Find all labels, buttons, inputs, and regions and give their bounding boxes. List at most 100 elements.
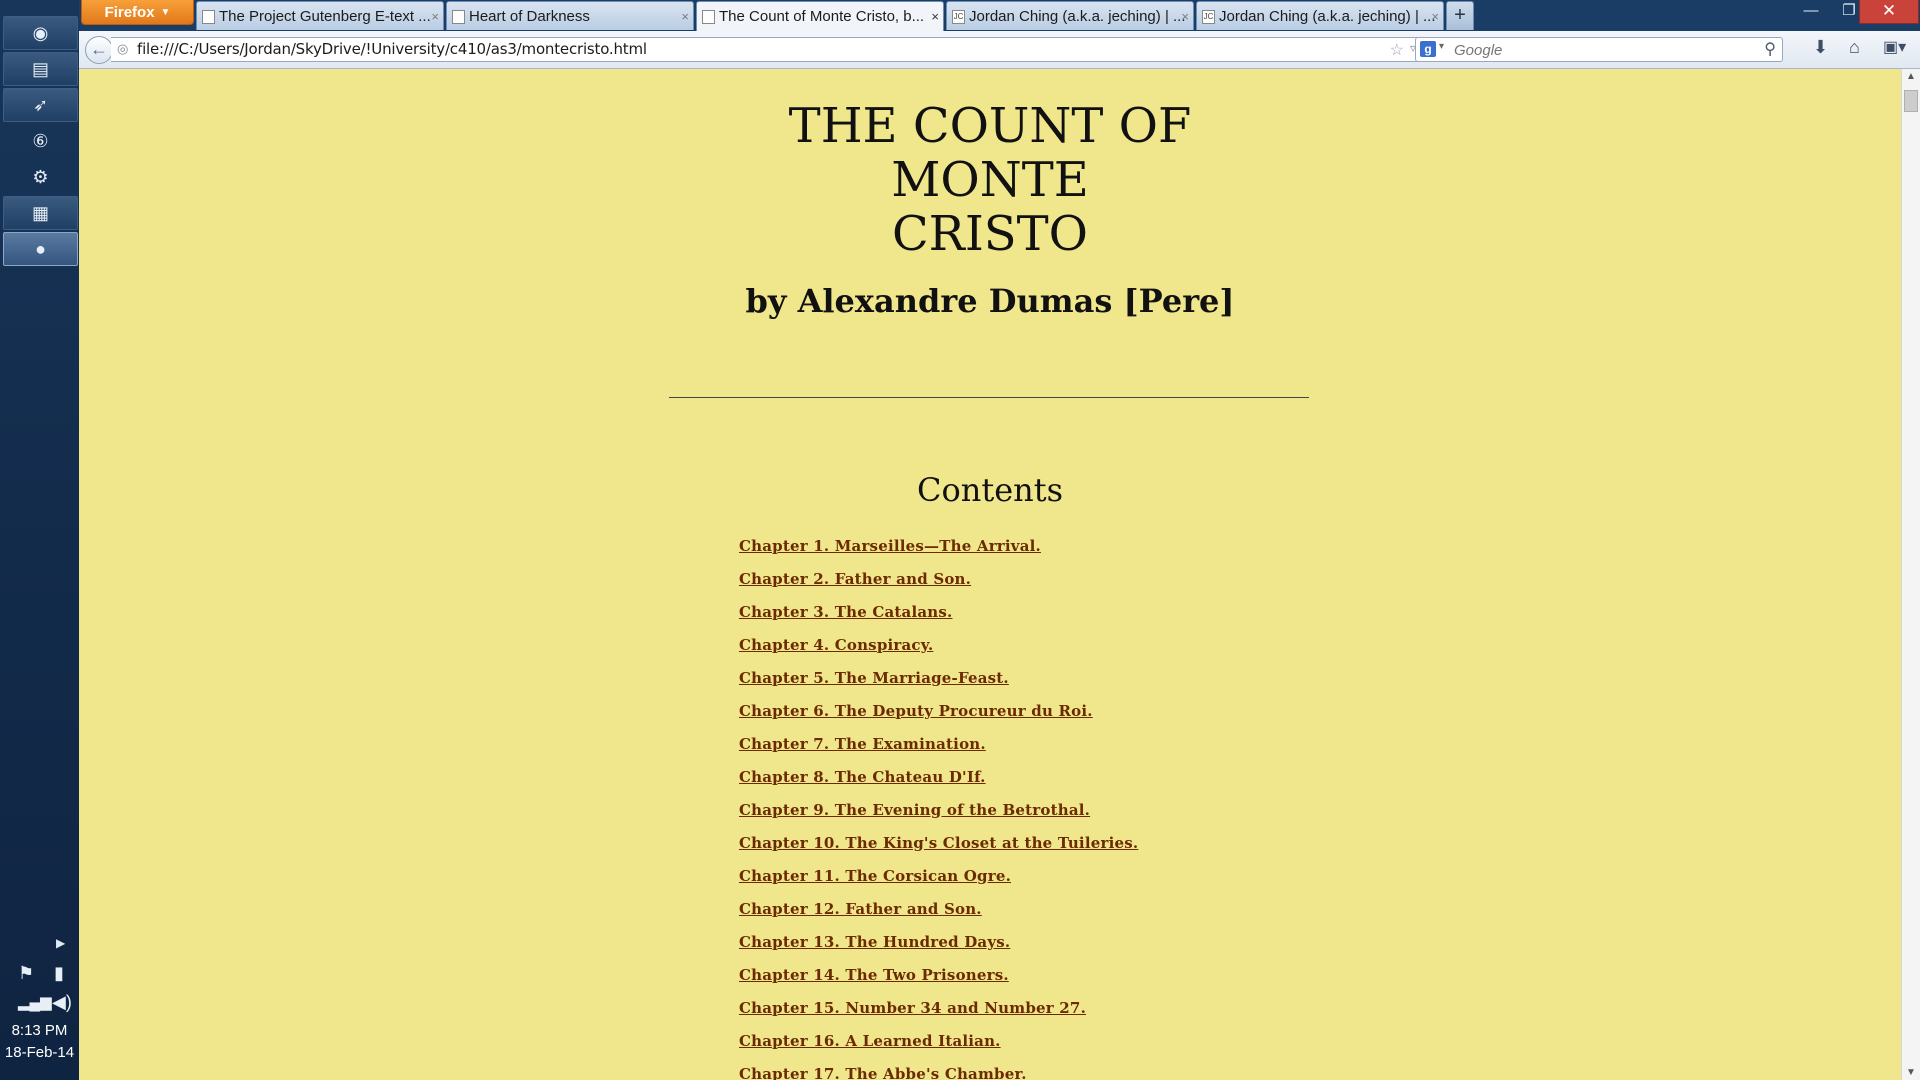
- list-item: Chapter 17. The Abbe's Chamber.: [739, 1065, 1138, 1080]
- list-item: Chapter 1. Marseilles—The Arrival.: [739, 537, 1138, 570]
- scroll-up-arrow-icon[interactable]: ▲: [1906, 71, 1916, 82]
- downloads-icon[interactable]: ⬇: [1813, 37, 1828, 58]
- tab-gutenberg[interactable]: The Project Gutenberg E-text ... ×: [196, 1, 444, 30]
- jc-favicon-icon: JC: [1202, 10, 1215, 24]
- list-item: Chapter 8. The Chateau D'If.: [739, 768, 1138, 801]
- file-explorer-icon[interactable]: ▤: [3, 52, 78, 86]
- tab-jordan-ching-1[interactable]: JC Jordan Ching (a.k.a. jeching) | ... ×: [946, 1, 1194, 30]
- firefox-menu-button[interactable]: Firefox ▼: [81, 0, 194, 25]
- chapter-link[interactable]: Chapter 1. Marseilles—The Arrival.: [739, 537, 1041, 555]
- chapter-link[interactable]: Chapter 10. The King's Closet at the Tui…: [739, 834, 1138, 852]
- clock-time[interactable]: 8:13 PM: [0, 1022, 79, 1039]
- tab-label: The Project Gutenberg E-text ...: [219, 8, 431, 25]
- list-item: Chapter 10. The King's Closet at the Tui…: [739, 834, 1138, 867]
- list-item: Chapter 16. A Learned Italian.: [739, 1032, 1138, 1065]
- list-item: Chapter 13. The Hundred Days.: [739, 933, 1138, 966]
- search-bar[interactable]: g ▾ ⚲: [1415, 37, 1783, 62]
- chapter-link[interactable]: Chapter 11. The Corsican Ogre.: [739, 867, 1011, 885]
- search-input[interactable]: [1452, 39, 1756, 62]
- chrome-icon[interactable]: ◉: [3, 16, 78, 50]
- navigation-toolbar: ← ◎ file:///C:/Users/Jordan/SkyDrive/!Un…: [79, 31, 1920, 69]
- chapter-link[interactable]: Chapter 5. The Marriage-Feast.: [739, 669, 1009, 687]
- chapter-link[interactable]: Chapter 12. Father and Son.: [739, 900, 982, 918]
- title-line-1: THE COUNT OF MONTE: [788, 98, 1192, 208]
- tab-label: The Count of Monte Cristo, b...: [719, 8, 925, 25]
- list-item: Chapter 4. Conspiracy.: [739, 636, 1138, 669]
- app-icon[interactable]: ▦: [3, 196, 78, 230]
- tab-label: Heart of Darkness: [469, 8, 590, 25]
- volume-icon[interactable]: ◀): [52, 992, 72, 1013]
- chevron-down-icon: ▼: [160, 6, 171, 18]
- minimize-button[interactable]: —: [1793, 0, 1829, 24]
- tab-monte-cristo[interactable]: The Count of Monte Cristo, b... ×: [696, 1, 944, 31]
- vertical-scrollbar[interactable]: ▲ ▼: [1901, 69, 1920, 1080]
- page-favicon-icon: [702, 10, 715, 24]
- url-text[interactable]: file:///C:/Users/Jordan/SkyDrive/!Univer…: [137, 38, 647, 61]
- back-button[interactable]: ←: [85, 36, 113, 64]
- list-item: Chapter 2. Father and Son.: [739, 570, 1138, 603]
- steam-icon[interactable]: ⚙: [3, 160, 78, 194]
- close-tab-icon[interactable]: ×: [431, 2, 439, 30]
- tab-label: Jordan Ching (a.k.a. jeching) | ...: [969, 8, 1186, 25]
- show-hidden-icons-icon[interactable]: ▶: [56, 936, 65, 950]
- bookmark-star-icon[interactable]: ☆: [1390, 40, 1404, 60]
- browser-titlebar: Firefox ▼ The Project Gutenberg E-text .…: [79, 0, 1920, 31]
- new-tab-button[interactable]: +: [1446, 1, 1474, 30]
- battery-icon[interactable]: ▮: [54, 963, 64, 984]
- list-item: Chapter 12. Father and Son.: [739, 900, 1138, 933]
- app-icon[interactable]: ➶: [3, 88, 78, 122]
- chapter-link[interactable]: Chapter 14. The Two Prisoners.: [739, 966, 1009, 984]
- chapter-link[interactable]: Chapter 2. Father and Son.: [739, 570, 971, 588]
- title-line-2: CRISTO: [891, 206, 1089, 262]
- chapter-link[interactable]: Chapter 6. The Deputy Procureur du Roi.: [739, 702, 1093, 720]
- close-tab-icon[interactable]: ×: [1431, 2, 1439, 30]
- bookmarks-menu-icon[interactable]: ▣▾: [1883, 37, 1906, 57]
- app-icon[interactable]: ⑥: [3, 124, 78, 158]
- close-tab-icon[interactable]: ×: [681, 2, 689, 30]
- chapter-link[interactable]: Chapter 16. A Learned Italian.: [739, 1032, 1001, 1050]
- engine-dropdown-icon[interactable]: ▾: [1439, 41, 1444, 52]
- google-engine-icon[interactable]: g: [1420, 41, 1436, 57]
- chapter-link[interactable]: Chapter 3. The Catalans.: [739, 603, 952, 621]
- firefox-icon[interactable]: ●: [3, 232, 78, 266]
- chapter-link[interactable]: Chapter 17. The Abbe's Chamber.: [739, 1065, 1027, 1080]
- chapter-link[interactable]: Chapter 7. The Examination.: [739, 735, 986, 753]
- chapter-link[interactable]: Chapter 8. The Chateau D'If.: [739, 768, 986, 786]
- close-tab-icon[interactable]: ×: [931, 2, 939, 31]
- list-item: Chapter 3. The Catalans.: [739, 603, 1138, 636]
- list-item: Chapter 6. The Deputy Procureur du Roi.: [739, 702, 1138, 735]
- close-window-button[interactable]: ✕: [1859, 0, 1919, 24]
- list-item: Chapter 11. The Corsican Ogre.: [739, 867, 1138, 900]
- author-heading: by Alexandre Dumas [Pere]: [745, 282, 1235, 320]
- scrollbar-thumb[interactable]: [1904, 90, 1918, 112]
- tab-heart-of-darkness[interactable]: Heart of Darkness ×: [446, 1, 694, 30]
- close-tab-icon[interactable]: ×: [1181, 2, 1189, 30]
- page-favicon-icon: [202, 10, 215, 24]
- list-item: Chapter 5. The Marriage-Feast.: [739, 669, 1138, 702]
- chapter-link[interactable]: Chapter 4. Conspiracy.: [739, 636, 933, 654]
- list-item: Chapter 7. The Examination.: [739, 735, 1138, 768]
- firefox-menu-label: Firefox: [104, 3, 155, 21]
- action-center-flag-icon[interactable]: ⚑: [18, 963, 34, 984]
- list-item: Chapter 15. Number 34 and Number 27.: [739, 999, 1138, 1032]
- url-bar[interactable]: ◎ file:///C:/Users/Jordan/SkyDrive/!Univ…: [111, 37, 1439, 62]
- page-favicon-icon: [452, 10, 465, 24]
- list-item: Chapter 14. The Two Prisoners.: [739, 966, 1138, 999]
- site-identity-icon[interactable]: ◎: [117, 41, 128, 57]
- table-of-contents: Chapter 1. Marseilles—The Arrival. Chapt…: [739, 537, 1138, 1080]
- search-magnifier-icon[interactable]: ⚲: [1764, 39, 1776, 59]
- back-arrow-icon: ←: [90, 39, 108, 59]
- chapter-link[interactable]: Chapter 13. The Hundred Days.: [739, 933, 1010, 951]
- chapter-link[interactable]: Chapter 15. Number 34 and Number 27.: [739, 999, 1086, 1017]
- horizontal-rule: [669, 397, 1309, 398]
- network-signal-icon[interactable]: ▂▄▆: [18, 993, 52, 1011]
- list-item: Chapter 9. The Evening of the Betrothal.: [739, 801, 1138, 834]
- tab-jordan-ching-2[interactable]: JC Jordan Ching (a.k.a. jeching) | ... ×: [1196, 1, 1444, 30]
- tab-label: Jordan Ching (a.k.a. jeching) | ...: [1219, 8, 1436, 25]
- home-icon[interactable]: ⌂: [1849, 37, 1860, 58]
- scroll-down-arrow-icon[interactable]: ▼: [1906, 1067, 1916, 1078]
- page-content: THE COUNT OF MONTE CRISTO by Alexandre D…: [79, 69, 1901, 1080]
- contents-heading: Contents: [916, 471, 1064, 509]
- clock-date[interactable]: 18-Feb-14: [0, 1044, 79, 1061]
- chapter-link[interactable]: Chapter 9. The Evening of the Betrothal.: [739, 801, 1090, 819]
